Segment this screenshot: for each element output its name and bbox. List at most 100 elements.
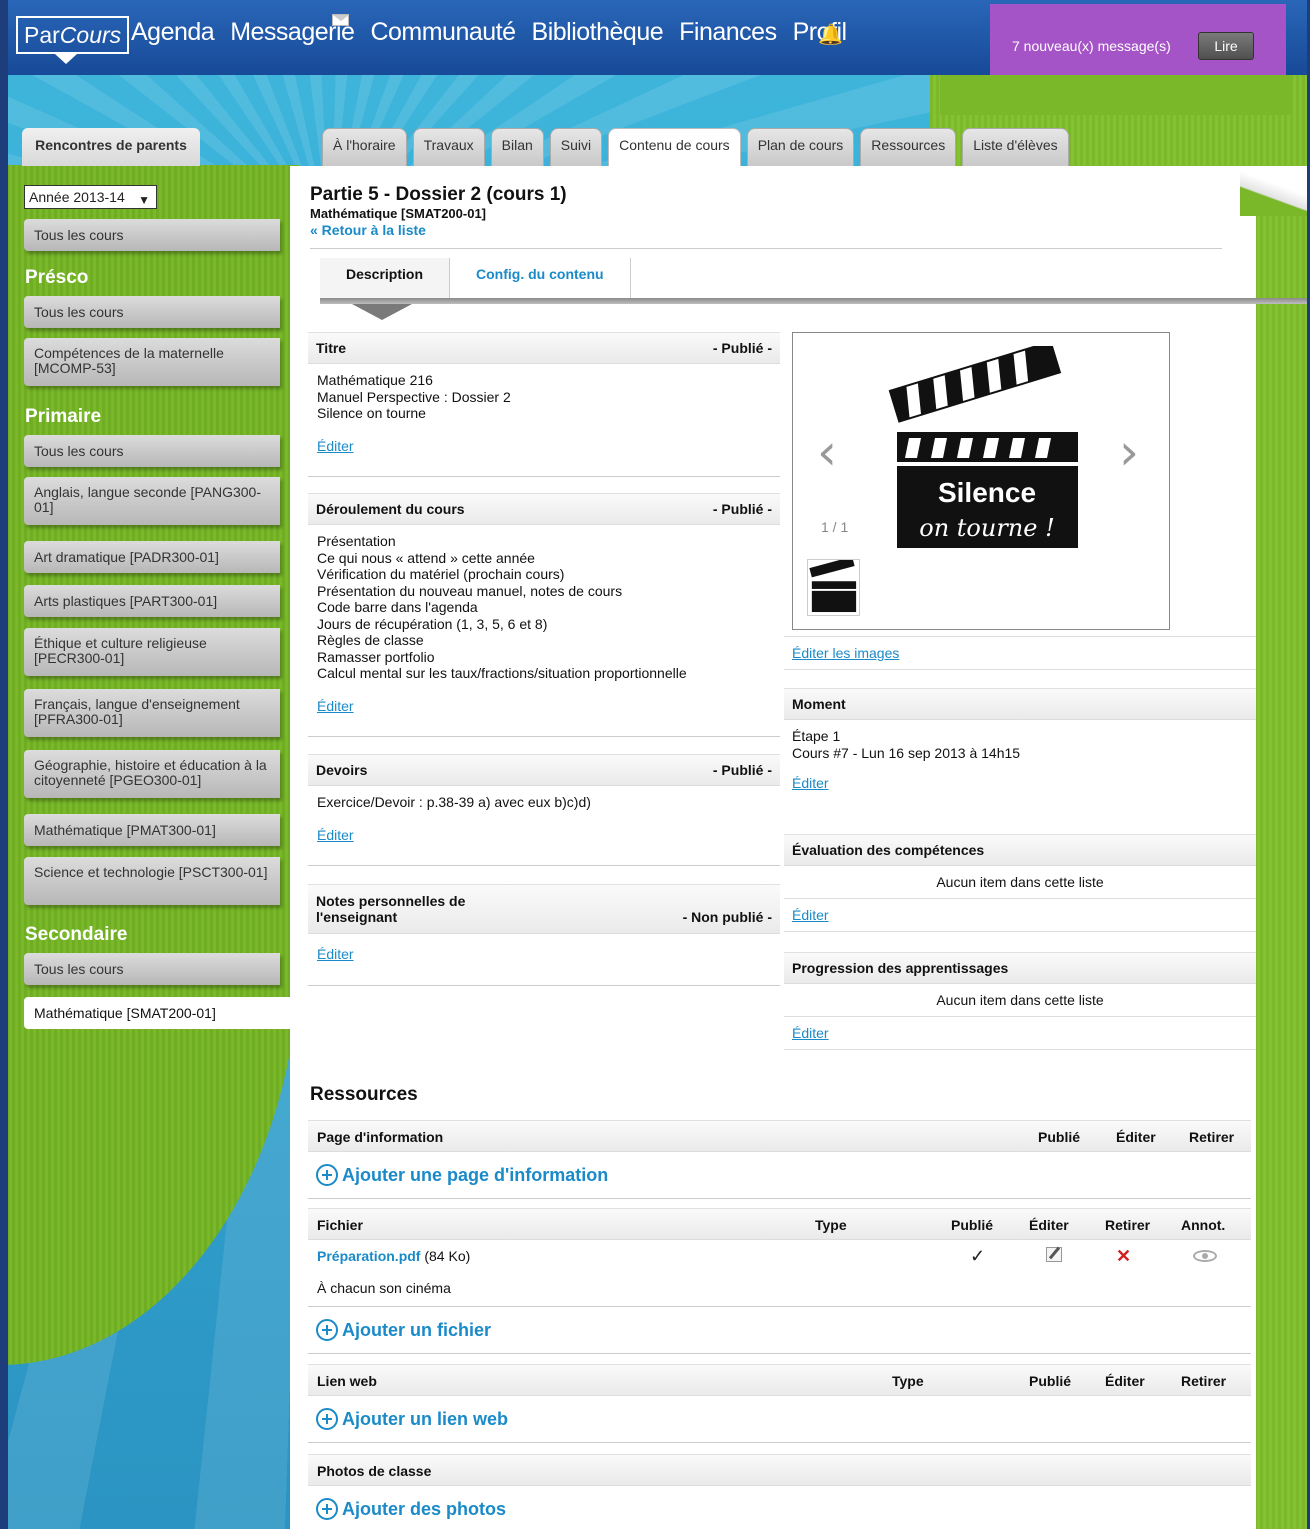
tab-bilan[interactable]: Bilan — [490, 128, 544, 166]
tab-contenu-de-cours[interactable]: Contenu de cours — [608, 128, 741, 168]
edit-icon[interactable] — [1046, 1247, 1062, 1262]
tab-horaire[interactable]: À l'horaire — [322, 128, 407, 166]
file-name[interactable]: Préparation.pdf — [317, 1248, 420, 1264]
add-info-page-button[interactable]: Ajouter une page d'information — [308, 1152, 1251, 1199]
parcours-logo[interactable]: ParCours — [16, 16, 130, 54]
edit-evaluation-link[interactable]: Éditer — [792, 907, 829, 923]
back-to-list-link[interactable]: « Retour à la liste — [310, 222, 426, 238]
nav-communaute[interactable]: Communauté — [370, 18, 516, 47]
section-devoirs-body: Exercice/Devoir : p.38-39 a) avec eux b)… — [308, 786, 780, 851]
resources-photos: Photos de classe Ajouter des photos — [308, 1454, 1251, 1529]
chevron-right-icon[interactable]: › — [1119, 423, 1139, 481]
check-icon[interactable]: ✓ — [970, 1246, 985, 1267]
tab-travaux[interactable]: Travaux — [412, 128, 485, 166]
tab-ressources[interactable]: Ressources — [860, 128, 957, 166]
sidebar-item-all-courses[interactable]: Tous les cours — [24, 219, 280, 251]
tab-plan-de-cours[interactable]: Plan de cours — [746, 128, 855, 166]
eye-icon[interactable] — [1193, 1250, 1217, 1262]
section-moment: Moment Étape 1 Cours #7 - Lun 16 sep 201… — [784, 688, 1256, 800]
section-evaluation-header: Évaluation des compétences — [784, 834, 1256, 866]
add-photos-label: Ajouter des photos — [342, 1498, 507, 1519]
sidebar-item-pfra[interactable]: Français, langue d'enseignement [PFRA300… — [24, 689, 280, 737]
section-notes: Notes personnelles de l'enseignant - Non… — [308, 884, 780, 986]
col-publie: Publié — [951, 1217, 994, 1233]
subtab-config[interactable]: Config. du contenu — [450, 258, 631, 298]
add-web-link-button[interactable]: Ajouter un lien web — [308, 1396, 1251, 1443]
col-editer: Éditer — [1029, 1217, 1069, 1233]
info-page-header: Page d'information Publié Éditer Retirer — [308, 1120, 1251, 1152]
col-photos: Photos de classe — [317, 1463, 432, 1479]
edit-moment-link[interactable]: Éditer — [792, 775, 829, 791]
resources-web-links: Lien web Type Publié Éditer Retirer Ajou… — [308, 1364, 1251, 1443]
top-navigation-bar: ParCours Agenda Messagerie Communauté Bi… — [0, 0, 1310, 75]
sidebar-item-primaire-all[interactable]: Tous les cours — [24, 435, 280, 467]
sidebar-item-part[interactable]: Arts plastiques [PART300-01] — [24, 585, 280, 617]
add-photos-button[interactable]: Ajouter des photos — [308, 1486, 1251, 1529]
edit-progression-link[interactable]: Éditer — [792, 1025, 829, 1041]
edit-notes-link[interactable]: Éditer — [317, 946, 771, 963]
new-messages-text: 7 nouveau(x) message(s) — [1012, 38, 1171, 54]
text-line: Code barre dans l'agenda — [317, 599, 478, 615]
col-publie: Publié — [1029, 1373, 1072, 1389]
nav-bibliotheque[interactable]: Bibliothèque — [532, 18, 664, 47]
plus-circle-icon — [316, 1498, 338, 1520]
edit-images-row: Éditer les images — [784, 636, 1256, 670]
year-select-value: Année 2013-14 — [29, 189, 125, 205]
page-curl-decoration — [1240, 166, 1310, 216]
edit-devoirs-link[interactable]: Éditer — [317, 827, 771, 844]
sidebar-item-padr[interactable]: Art dramatique [PADR300-01] — [24, 541, 280, 573]
file-link[interactable]: Préparation.pdf (84 Ko) — [317, 1248, 470, 1264]
progression-empty-message: Aucun item dans cette liste — [784, 984, 1256, 1017]
text-line: Règles de classe — [317, 632, 424, 648]
tab-liste-eleves[interactable]: Liste d'élèves — [962, 128, 1069, 166]
plus-circle-icon — [316, 1164, 338, 1186]
nav-agenda[interactable]: Agenda — [131, 18, 215, 47]
content-subtabs: Description Config. du contenu — [320, 258, 1310, 298]
files-header: Fichier Type Publié Éditer Retirer Annot… — [308, 1208, 1251, 1240]
add-file-button[interactable]: Ajouter un fichier — [308, 1307, 1251, 1354]
sidebar-item-psct[interactable]: Science et technologie [PSCT300-01] — [24, 857, 280, 905]
background-green-top — [940, 75, 1290, 115]
section-notes-body: Éditer — [308, 934, 780, 971]
section-notes-title-line1: Notes personnelles de — [316, 893, 466, 909]
section-deroulement-status: - Publié - — [712, 501, 772, 517]
evaluation-empty-message: Aucun item dans cette liste — [784, 866, 1256, 899]
read-messages-button[interactable]: Lire — [1198, 32, 1254, 60]
clapperboard-text-on-tourne: on tourne ! — [919, 514, 1055, 542]
subtab-description[interactable]: Description — [320, 258, 451, 298]
sidebar-item-pmat[interactable]: Mathématique [PMAT300-01] — [24, 814, 280, 846]
col-retirer: Retirer — [1105, 1217, 1151, 1233]
sidebar-item-pang[interactable]: Anglais, langue seconde [PANG300-01] — [24, 477, 280, 525]
col-annot: Annot. — [1181, 1217, 1226, 1233]
tab-parent-meetings[interactable]: Rencontres de parents — [22, 128, 200, 166]
remove-icon[interactable]: ✕ — [1116, 1246, 1131, 1267]
gallery-thumbnail[interactable] — [807, 559, 860, 616]
edit-deroulement-link[interactable]: Éditer — [317, 698, 771, 715]
subtabs-bar — [320, 298, 1310, 304]
section-deroulement-header: Déroulement du cours - Publié - — [308, 493, 780, 525]
bell-icon[interactable]: 🔔 — [818, 23, 843, 47]
sidebar-item-pgeo[interactable]: Géographie, histoire et éducation à la c… — [24, 750, 280, 798]
year-select[interactable]: Année 2013-14 ▼ — [24, 185, 157, 209]
edit-images-link[interactable]: Éditer les images — [792, 645, 899, 661]
section-titre-title: Titre — [316, 340, 347, 356]
sidebar-item-smat[interactable]: Mathématique [SMAT200-01] — [24, 997, 292, 1029]
divider — [308, 865, 780, 866]
text-line: Ce qui nous « attend » cette année — [317, 549, 535, 566]
chevron-left-icon[interactable]: ‹ — [817, 423, 837, 481]
sidebar-item-secondaire-all[interactable]: Tous les cours — [24, 953, 280, 985]
nav-finances[interactable]: Finances — [679, 18, 777, 47]
section-devoirs-status: - Publié - — [712, 762, 772, 778]
page-subtitle: Mathématique [SMAT200-01] — [310, 206, 487, 221]
section-moment-header: Moment — [784, 688, 1256, 720]
edit-titre-link[interactable]: Éditer — [317, 438, 771, 455]
sidebar-item-mcomp[interactable]: Compétences de la maternelle [MCOMP-53] — [24, 338, 280, 386]
plus-circle-icon — [316, 1408, 338, 1430]
section-titre: Titre - Publié - Mathématique 216 Manuel… — [308, 332, 780, 477]
sidebar-item-presco-all[interactable]: Tous les cours — [24, 296, 280, 328]
sidebar-heading-primaire: Primaire — [25, 406, 102, 427]
section-notes-status: - Non publié - — [682, 909, 772, 925]
tab-suivi[interactable]: Suivi — [549, 128, 603, 166]
sidebar-item-pecr[interactable]: Éthique et culture religieuse [PECR300-0… — [24, 628, 280, 676]
section-deroulement-title: Déroulement du cours — [316, 501, 465, 517]
